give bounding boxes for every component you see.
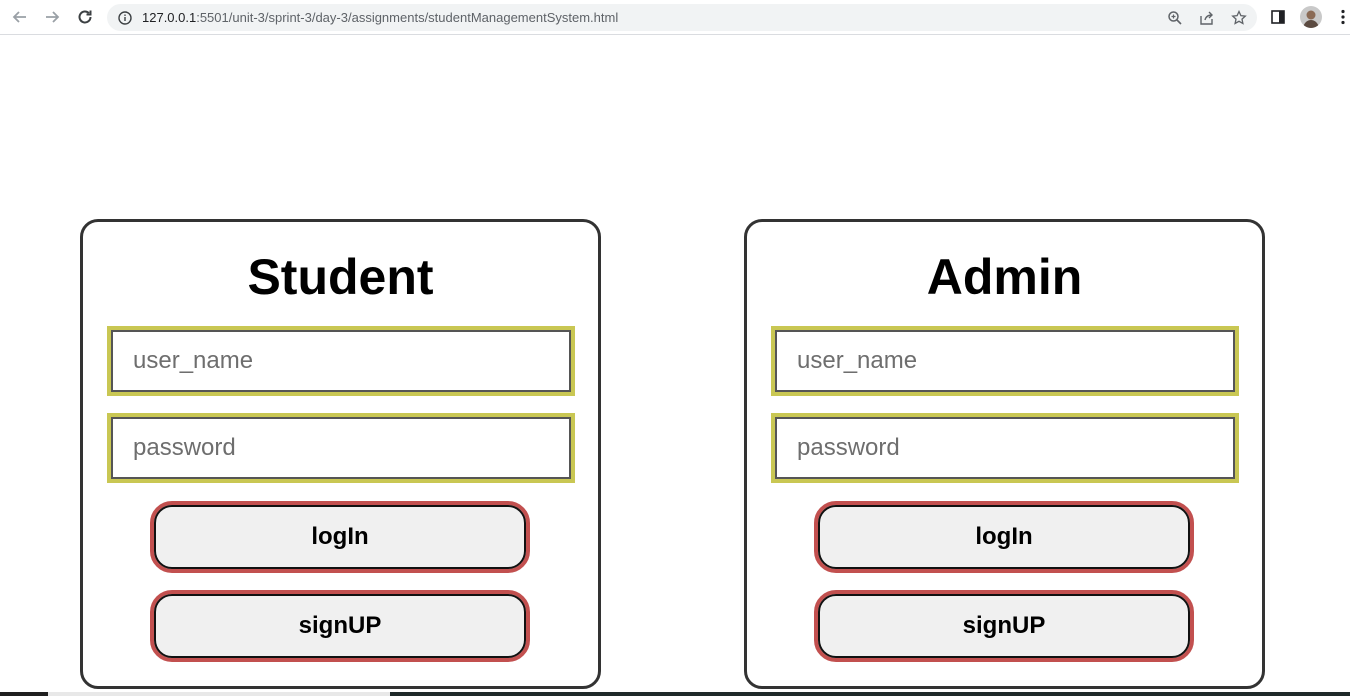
bookmark-star-icon[interactable] [1229,8,1249,28]
share-icon[interactable] [1197,8,1217,28]
student-username-wrapper [107,326,575,396]
taskbar-edge-middle [48,692,390,696]
admin-signup-button[interactable]: signUP [818,594,1190,658]
student-card-title: Student [247,249,434,305]
more-menu-icon[interactable] [1331,5,1350,29]
student-signup-button[interactable]: signUP [154,594,526,658]
admin-login-button-wrapper: logIn [814,501,1194,573]
address-bar[interactable]: 127.0.0.1:5501/unit-3/sprint-3/day-3/ass… [107,4,1257,31]
admin-signup-button-wrapper: signUP [814,590,1194,662]
url-host: 127.0.0.1 [142,10,197,25]
student-login-card: Student logIn signUP [80,219,601,689]
taskbar-edge-left [0,692,48,696]
zoom-icon[interactable] [1165,8,1185,28]
student-password-input[interactable] [111,417,571,479]
student-signup-button-wrapper: signUP [150,590,530,662]
student-password-wrapper [107,413,575,483]
admin-username-wrapper [771,326,1239,396]
side-panel-icon[interactable] [1266,5,1290,29]
admin-password-input[interactable] [775,417,1235,479]
browser-toolbar: 127.0.0.1:5501/unit-3/sprint-3/day-3/ass… [0,0,1350,35]
profile-avatar[interactable] [1299,5,1323,29]
forward-icon[interactable] [40,5,64,29]
admin-login-card: Admin logIn signUP [744,219,1265,689]
student-username-input[interactable] [111,330,571,392]
url-path: :5501/unit-3/sprint-3/day-3/assignments/… [196,10,619,25]
reload-icon[interactable] [73,5,97,29]
site-info-icon[interactable] [115,8,135,28]
back-icon[interactable] [8,5,32,29]
student-login-button[interactable]: logIn [154,505,526,569]
admin-login-button[interactable]: logIn [818,505,1190,569]
taskbar-edge-right [390,692,1350,696]
student-login-button-wrapper: logIn [150,501,530,573]
admin-password-wrapper [771,413,1239,483]
admin-card-title: Admin [926,249,1083,305]
admin-username-input[interactable] [775,330,1235,392]
url-text: 127.0.0.1:5501/unit-3/sprint-3/day-3/ass… [142,4,618,31]
